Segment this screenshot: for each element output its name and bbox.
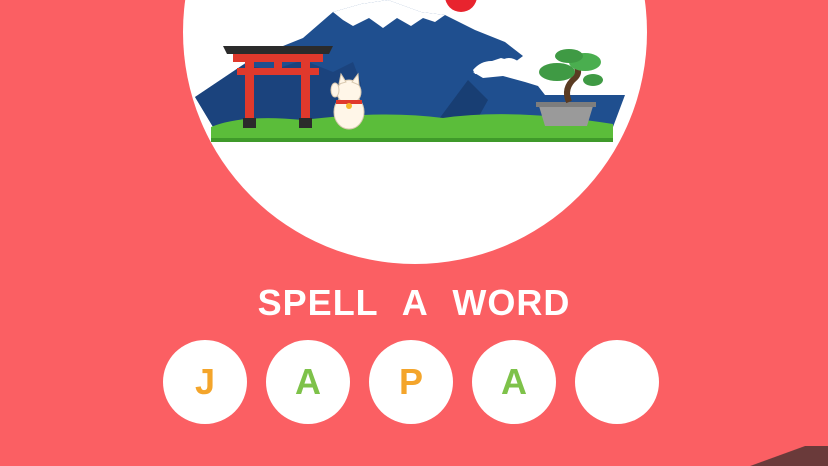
letter-slot-3-text: P <box>398 361 423 402</box>
rising-sun-icon <box>445 0 477 12</box>
letter-slot-3[interactable]: P <box>369 340 453 424</box>
letter-slot-2[interactable]: A <box>266 340 350 424</box>
corner-shadow <box>708 446 828 466</box>
letter-slot-2-text: A <box>295 361 321 402</box>
letter-slot-4-text: A <box>501 361 527 402</box>
illustration-circle <box>183 0 647 264</box>
letter-slot-5-empty[interactable] <box>575 340 659 424</box>
japan-illustration <box>195 0 625 142</box>
word-slots: J A P A <box>163 340 659 424</box>
letter-slot-4[interactable]: A <box>472 340 556 424</box>
letter-slot-1-text: J <box>194 361 216 402</box>
spell-a-word-prompt: SPELL A WORD <box>257 282 571 323</box>
letter-slot-1[interactable]: J <box>163 340 247 424</box>
